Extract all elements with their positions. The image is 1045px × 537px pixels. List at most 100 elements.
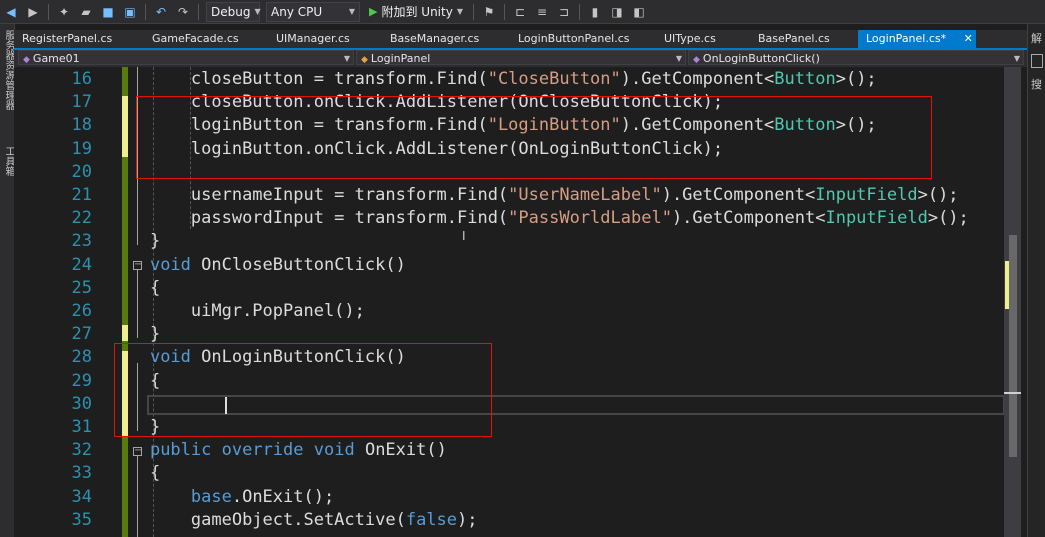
tab-register-panel[interactable]: RegisterPanel.cs [14,30,144,48]
code-line: 25 { [14,277,1014,300]
code-token: "UserNameLabel" [508,185,662,205]
code-token: { [149,463,161,484]
toolbar-separator [198,3,199,20]
tab-game-facade[interactable]: GameFacade.cs [144,30,268,48]
tab-label: GameFacade.cs [152,32,239,45]
annotation-box [136,96,932,179]
code-token: ).GetComponent< [661,185,816,205]
code-token: >(); [927,208,969,229]
code-line: 16 closeButton = transform.Find("CloseBu… [14,68,1014,91]
code-text: usernameInput = transform.Find("UserName… [109,184,959,207]
next-bookmark-icon[interactable]: ◧ [631,4,647,20]
code-token: InputField [825,208,928,229]
code-token: >(); [917,185,959,205]
uncomment-icon[interactable]: ⊐ [556,4,572,20]
code-token: void [149,254,191,275]
class-value: LoginPanel [370,52,431,65]
vertical-scrollbar[interactable] [1004,67,1021,537]
code-line: 22 passwordInput = transform.Find("PassW… [14,207,1014,230]
code-editor[interactable]: − − 16 closeButton = transform.Find("Clo… [14,67,1027,537]
toolbar-separator [145,3,146,20]
configuration-value: Debug [211,4,251,19]
forward-icon[interactable]: ▶ [25,4,41,20]
toolbar-separator [503,3,505,20]
tab-base-manager[interactable]: BaseManager.cs [382,30,510,48]
code-token: false [405,509,458,530]
search-tab[interactable]: 搜 [1031,76,1042,92]
csharp-project-icon: ◆ [23,55,30,65]
code-text: closeButton = transform.Find("CloseButto… [109,68,877,91]
toolbar-separator [48,3,49,20]
scrollbar-thumb[interactable] [1009,235,1017,457]
code-text: gameObject.SetActive(false); [109,509,478,532]
class-icon: ◆ [361,55,368,65]
project-dropdown[interactable]: ◆ Game01 ▼ [18,50,354,65]
tab-label: UIManager.cs [276,32,350,45]
code-line: 32 public override void OnExit() [14,439,1014,462]
line-number: 34 [71,486,92,507]
comment-icon[interactable]: ≡ [534,4,550,20]
class-dropdown[interactable]: ◆ LoginPanel ▼ [356,50,686,65]
tab-base-panel[interactable]: BasePanel.cs [750,30,858,48]
indent-icon[interactable]: ⊏ [512,4,528,20]
back-icon[interactable]: ◀ [3,4,19,20]
close-icon[interactable]: ✕ [964,32,973,45]
code-token: passwordInput = transform.Find( [190,208,509,229]
code-token: override [221,440,304,461]
pin-icon[interactable] [1031,54,1043,68]
line-number: 21 [71,185,92,205]
line-number: 20 [71,161,92,182]
tab-login-panel[interactable]: LoginPanel.cs* ✕ [858,30,976,48]
chevron-down-icon[interactable]: ▼ [457,7,463,16]
redo-icon[interactable]: ↷ [175,4,191,20]
code-token: ).GetComponent< [620,69,775,89]
undo-icon[interactable]: ↶ [153,4,169,20]
caret-position-marker [1004,392,1021,394]
attach-label: 附加到 Unity [381,5,453,19]
solution-explorer-tab[interactable]: 解 [1031,30,1042,46]
code-text: { [109,462,160,485]
platform-dropdown[interactable]: Any CPU ▼ [266,1,360,22]
code-token: "PassWorldLabel" [508,208,672,229]
member-dropdown[interactable]: ◆ OnLoginButtonClick() ▼ [688,50,1024,65]
bookmark-icon[interactable]: ▮ [587,4,603,20]
navigation-bar: ◆ Game01 ▼ ◆ LoginPanel ▼ ◆ OnLoginButtonCl… [14,50,1027,67]
tab-login-button-panel[interactable]: LoginButtonPanel.cs [510,30,656,48]
chevron-down-icon: ▼ [675,54,682,63]
line-number: 33 [71,463,92,484]
tab-label: LoginPanel.cs* [866,32,947,45]
prev-bookmark-icon[interactable]: ◨ [609,4,625,20]
tab-label: BaseManager.cs [390,32,480,45]
tools-icon[interactable]: ⚑ [481,4,497,20]
save-all-icon[interactable]: ▣ [122,4,138,20]
code-token: ); [457,509,478,530]
code-line: 33 { [14,462,1014,485]
line-number: 26 [71,301,92,321]
code-token: .OnExit(); [231,486,335,507]
code-line: 35 gameObject.SetActive(false); [14,509,1014,532]
new-project-icon[interactable]: ✦ [56,4,72,20]
save-icon[interactable]: ■ [100,4,116,20]
tab-ui-manager[interactable]: UIManager.cs [268,30,382,48]
code-token: InputField [815,185,918,205]
code-token: Button [774,69,836,89]
tab-ui-type[interactable]: UIType.cs [656,30,750,48]
member-value: OnLoginButtonClick() [702,52,820,65]
code-token: uiMgr.PopPanel(); [190,301,365,321]
code-token: ).GetComponent< [671,208,826,229]
open-file-icon[interactable]: ▰ [78,4,94,20]
line-number: 30 [71,393,92,414]
attach-to-unity-button[interactable]: ▶ 附加到 Unity ▼ [369,3,463,20]
line-number: 28 [71,347,92,368]
line-number: 31 [71,417,92,437]
code-text: void OnCloseButtonClick() [109,254,406,277]
configuration-dropdown[interactable]: Debug ▼ [206,1,261,22]
